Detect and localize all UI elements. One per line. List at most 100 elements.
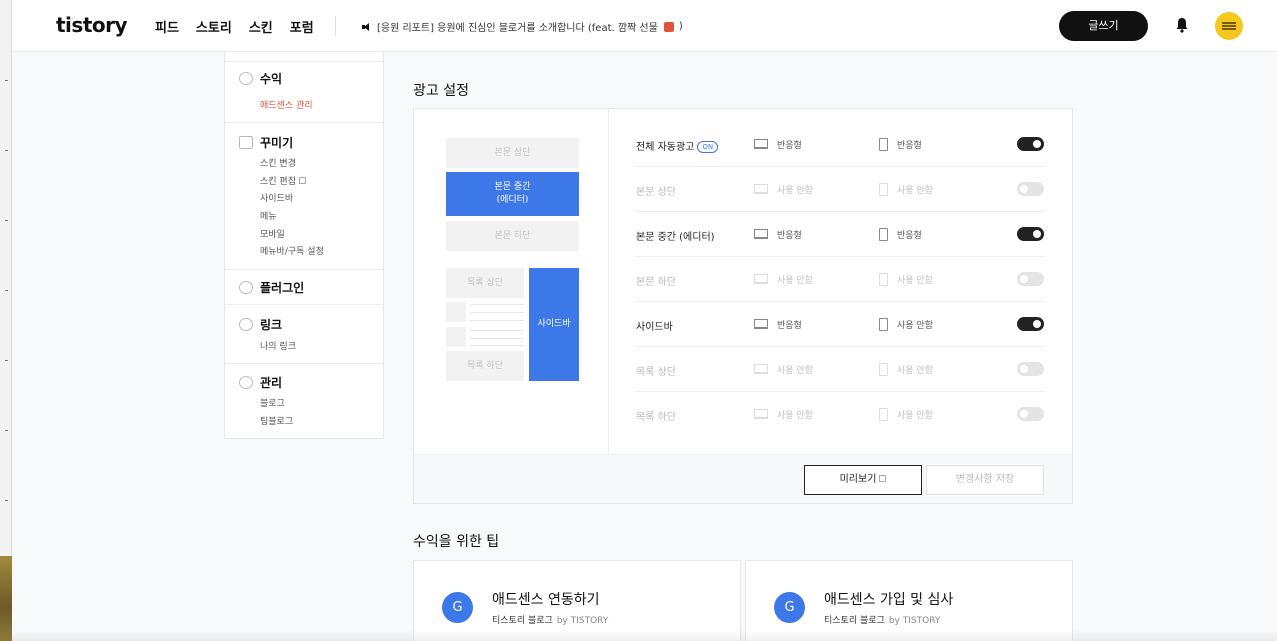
pc-option[interactable]: 사용 안함: [777, 183, 813, 196]
nav-story[interactable]: 스토리: [196, 17, 232, 36]
preview-button-label: 미리보기: [839, 474, 877, 485]
ad-row-label-text: 전체 자동광고: [636, 142, 695, 153]
gear-icon: [239, 376, 253, 389]
sidebar-item-skin-edit[interactable]: 스킨 편집: [260, 174, 306, 187]
background-image: [0, 556, 12, 641]
save-changes-button[interactable]: 변경사항 저장: [926, 465, 1044, 495]
sidebar-item-mobile[interactable]: 모바일: [260, 227, 285, 240]
ruler-tick: [5, 150, 8, 151]
mobile-icon: [879, 363, 888, 376]
ad-toggle-list-bottom[interactable]: [1017, 407, 1044, 421]
preview-button[interactable]: 미리보기: [804, 465, 922, 495]
sidebar-item-adsense[interactable]: 애드센스 관리: [260, 98, 313, 111]
pc-option[interactable]: 사용 안함: [777, 273, 813, 286]
preview-line: [470, 330, 524, 331]
sidebar-title-revenue[interactable]: 수익: [260, 70, 282, 87]
pc-option[interactable]: 반응형: [777, 318, 802, 331]
ad-row-label: 사이드바: [636, 322, 673, 333]
top-header: tistory 피드 스토리 스킨 포럼 [응원 리포트] 응원에 진심인 블로…: [12, 0, 1277, 52]
sidebar-item-sidebar[interactable]: 사이드바: [260, 191, 293, 204]
ad-row-label: 목록 상단: [636, 367, 676, 378]
sidebar-item-menubar-subscribe[interactable]: 메뉴바/구독 설정: [260, 244, 324, 257]
preview-line: [470, 320, 524, 321]
bell-icon[interactable]: [1175, 17, 1189, 33]
ruler-tick: [5, 500, 8, 501]
sidebar-item-blog[interactable]: 블로그: [260, 396, 285, 409]
desktop-icon: [754, 319, 768, 329]
sidebar-group-plugin: 플러그인: [225, 270, 383, 305]
sidebar-item-my-link[interactable]: 나의 링크: [260, 339, 296, 352]
nav-skin[interactable]: 스킨: [249, 17, 273, 36]
avatar-icon: [1222, 25, 1236, 27]
sidebar-title-link[interactable]: 링크: [260, 316, 282, 333]
plug-icon: [239, 281, 253, 294]
pc-option[interactable]: 사용 안함: [777, 408, 813, 421]
ad-toggle-list-top[interactable]: [1017, 362, 1044, 376]
sidebar-item-menu[interactable]: 메뉴: [260, 209, 277, 222]
tips-title: 수익을 위한 팁: [413, 534, 500, 550]
tip-title[interactable]: 애드센스 연동하기: [492, 589, 600, 609]
mobile-option[interactable]: 사용 안함: [897, 318, 933, 331]
mobile-option[interactable]: 사용 안함: [897, 408, 933, 421]
ad-row-auto: 전체 자동광고 ON 반응형 반응형: [636, 122, 1044, 167]
pc-option[interactable]: 반응형: [777, 228, 802, 241]
preview-thumb: [446, 327, 466, 347]
ad-row-sidebar: 사이드바 반응형 사용 안함: [636, 302, 1044, 347]
tip-card[interactable]: G 애드센스 가입 및 심사 티스토리 블로그 by TISTORY: [745, 560, 1073, 641]
pc-option[interactable]: 사용 안함: [777, 363, 813, 376]
sidebar-title-manage[interactable]: 관리: [260, 374, 282, 391]
mobile-icon: [879, 183, 888, 196]
ad-row-label: 본문 중간 (에디터): [636, 232, 715, 243]
tip-card[interactable]: G 애드센스 연동하기 티스토리 블로그 by TISTORY: [413, 560, 741, 641]
tistory-logo[interactable]: tistory: [56, 13, 128, 37]
sidebar-title-decorate[interactable]: 꾸미기: [260, 134, 293, 151]
ad-settings-footer: 미리보기 변경사항 저장: [414, 454, 1072, 503]
gift-icon: [663, 21, 674, 32]
nav-forum[interactable]: 포럼: [290, 17, 314, 36]
write-button[interactable]: 글쓰기: [1059, 11, 1148, 41]
ad-toggle-auto[interactable]: [1017, 137, 1044, 151]
nav-feed[interactable]: 피드: [155, 17, 179, 36]
ad-row-label: 전체 자동광고 ON: [636, 138, 719, 153]
pc-option[interactable]: 반응형: [777, 138, 802, 151]
mobile-option[interactable]: 사용 안함: [897, 273, 933, 286]
ruler-tick: [5, 430, 8, 431]
desktop-icon: [754, 364, 768, 374]
ad-settings-panel: 본문 상단 본문 중간 (에디터) 본문 하단 목록 상단 목록 하단 사이드바…: [413, 108, 1073, 504]
speaker-icon: [362, 22, 372, 32]
mobile-icon: [879, 318, 888, 331]
ruler-tick: [5, 220, 8, 221]
tip-title[interactable]: 애드센스 가입 및 심사: [824, 589, 953, 609]
mobile-option[interactable]: 사용 안함: [897, 363, 933, 376]
ad-row-list-top: 목록 상단 사용 안함 사용 안함: [636, 347, 1044, 392]
preview-list-top: 목록 상단: [446, 268, 524, 298]
ad-settings-title: 광고 설정: [413, 83, 469, 99]
sidebar-item-skin-change[interactable]: 스킨 변경: [260, 156, 296, 169]
mobile-option[interactable]: 사용 안함: [897, 183, 933, 196]
notice-banner[interactable]: [응원 리포트] 응원에 진심인 블로거를 소개합니다 (feat. 깜짝 선물…: [362, 19, 683, 34]
tip-meta: 티스토리 블로그 by TISTORY: [824, 613, 940, 626]
mobile-option[interactable]: 반응형: [897, 228, 922, 241]
desktop-icon: [754, 274, 768, 284]
sidebar-group-decorate: 꾸미기 스킨 변경 스킨 편집 사이드바 메뉴 모바일 메뉴바/구독 설정: [225, 123, 383, 270]
ad-toggle-sidebar[interactable]: [1017, 317, 1044, 331]
revenue-icon: [239, 72, 253, 85]
desktop-icon: [754, 229, 768, 239]
mobile-icon: [879, 228, 888, 241]
ad-row-label: 본문 하단: [636, 277, 676, 288]
sidebar-title-plugin[interactable]: 플러그인: [260, 279, 304, 296]
mobile-option[interactable]: 반응형: [897, 138, 922, 151]
ruler-tick: [5, 80, 8, 81]
sidebar-item-team-blog[interactable]: 팀블로그: [260, 414, 293, 427]
preview-sidebar: 사이드바: [529, 268, 579, 381]
avatar[interactable]: [1215, 12, 1243, 40]
ad-toggle-body-mid[interactable]: [1017, 227, 1044, 241]
ad-toggle-body-bottom[interactable]: [1017, 272, 1044, 286]
preview-body-mid-line1: 본문 중간: [494, 182, 531, 192]
sidebar-item-skin-edit-label: 스킨 편집: [260, 177, 296, 187]
global-nav: 피드 스토리 스킨 포럼: [155, 17, 314, 36]
layout-icon: [239, 136, 253, 149]
ad-toggle-body-top[interactable]: [1017, 182, 1044, 196]
notice-text[interactable]: [응원 리포트] 응원에 진심인 블로거를 소개합니다 (feat. 깜짝 선물: [377, 19, 658, 34]
preview-list-bottom: 목록 하단: [446, 351, 524, 381]
